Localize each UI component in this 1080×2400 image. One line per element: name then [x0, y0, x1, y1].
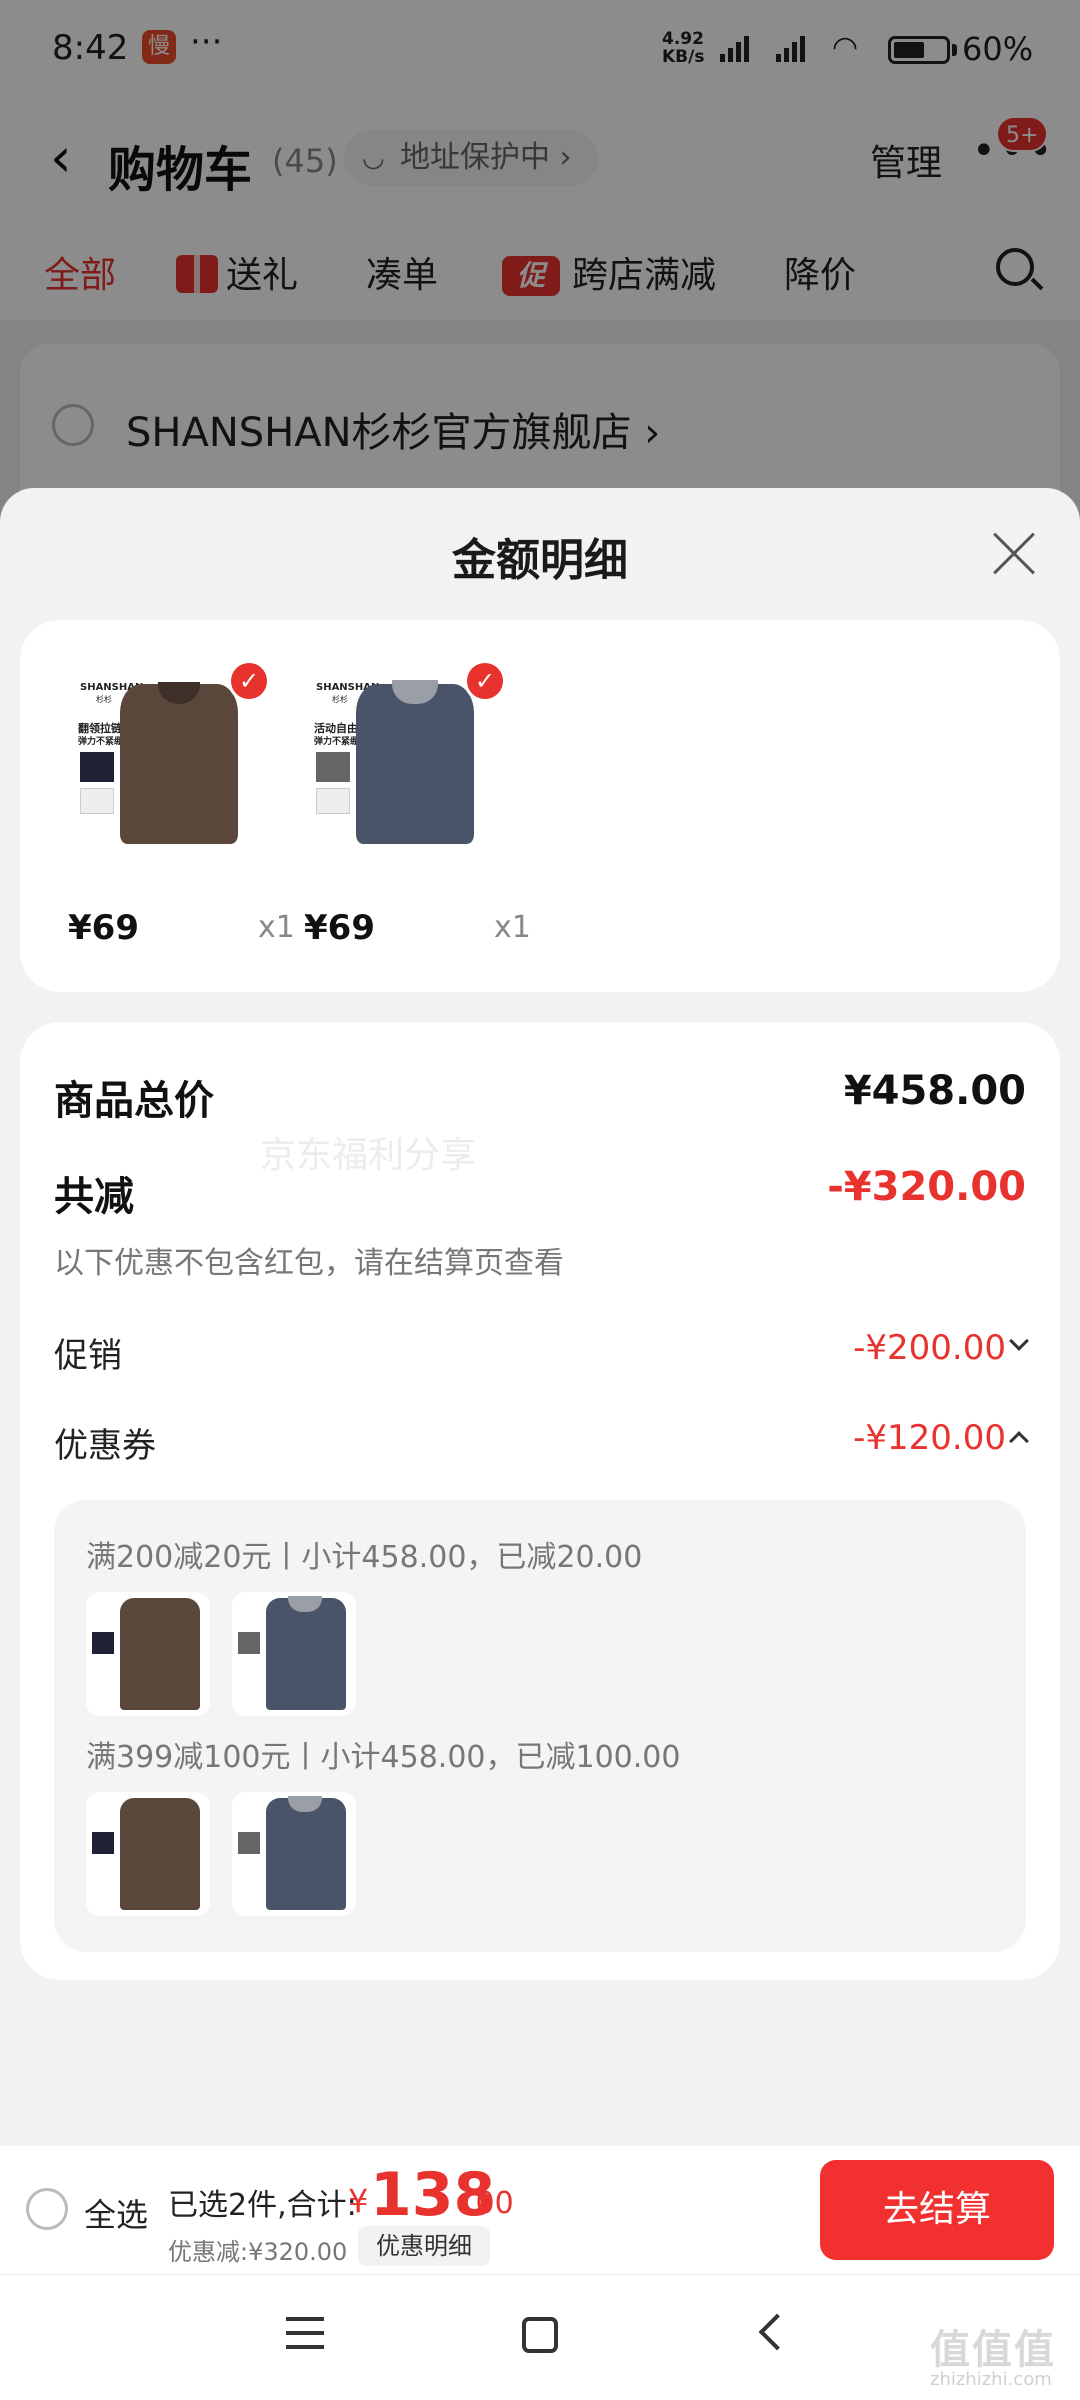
promotion-value: -¥200.00 [853, 1328, 1006, 1368]
promotion-label: 促销 [54, 1336, 122, 1376]
select-all-label[interactable]: 全选 [84, 2190, 148, 2236]
selected-item[interactable]: SHANSHAN 杉杉 翻领拉链 弹力不紧绷 ✓ ¥69 x1 [36, 656, 295, 956]
tag-label: 弹力不紧绷 [314, 737, 360, 747]
swatch [92, 1832, 114, 1854]
coupon-item-thumbnail [86, 1592, 210, 1716]
close-icon[interactable] [988, 528, 1040, 580]
shirt-body [120, 1598, 200, 1710]
swatch [92, 1632, 114, 1654]
item-qty: x1 [494, 910, 531, 945]
shirt-body [120, 1798, 200, 1910]
shirt-body [356, 684, 474, 844]
select-all-radio[interactable] [26, 2188, 68, 2230]
checked-icon: ✓ [464, 660, 506, 702]
total-reduction-label: 共减 [54, 1174, 134, 1220]
coupon-rule: 满200减20元丨小计458.00，已减20.00 [86, 1540, 643, 1575]
checked-icon: ✓ [228, 660, 270, 702]
coupon-label: 优惠券 [54, 1426, 156, 1466]
discount-detail-button[interactable]: 优惠明细 [358, 2226, 490, 2266]
watermark-logo: 值值值 [930, 2327, 1056, 2373]
selected-summary: 已选2件,合计: [168, 2188, 357, 2223]
total-price-value: ¥458.00 [843, 1068, 1026, 1114]
swatch [316, 752, 350, 782]
coupon-value: -¥120.00 [853, 1418, 1006, 1458]
shirt-body [120, 684, 238, 844]
total-reduction-value: -¥320.00 [827, 1164, 1026, 1210]
coupon-detail-box: 满200减20元丨小计458.00，已减20.00 满399减100元丨小计45… [54, 1500, 1026, 1952]
back-nav-icon[interactable] [758, 2313, 796, 2351]
watermark-url: zhizhizhi.com [930, 2369, 1052, 2390]
sheet-title: 金额明细 [452, 535, 628, 586]
checkout-button[interactable]: 去结算 [820, 2160, 1054, 2260]
total-price-label: 商品总价 [54, 1078, 214, 1124]
item-price: ¥69 [68, 908, 139, 948]
selected-item[interactable]: SHANSHAN 杉杉 活动自由 弹力不紧绷 ✓ ¥69 x1 [272, 656, 531, 956]
shirt-body [266, 1798, 346, 1910]
reduction-note: 以下优惠不包含红包，请在结算页查看 [54, 1246, 564, 1281]
swatch [238, 1632, 260, 1654]
brand-sub-label: 杉杉 [96, 695, 112, 704]
item-price: ¥69 [304, 908, 375, 948]
brand-sub-label: 杉杉 [332, 695, 348, 704]
selected-items-card: SHANSHAN 杉杉 翻领拉链 弹力不紧绷 ✓ ¥69 x1 SHANSHAN… [20, 620, 1060, 992]
discount-amount: 优惠减:¥320.00 [168, 2238, 348, 2266]
menu-icon[interactable] [286, 2317, 324, 2351]
amount-summary-card: 京东福利分享 商品总价 ¥458.00 共减 -¥320.00 以下优惠不包含红… [20, 1022, 1060, 1980]
product-thumbnail: SHANSHAN 杉杉 翻领拉链 弹力不紧绷 [56, 656, 256, 856]
swatch [316, 788, 350, 814]
coupon-rule: 满399减100元丨小计458.00，已减100.00 [86, 1740, 681, 1775]
system-nav-bar: 值值值 zhizhizhi.com [0, 2274, 1080, 2400]
swatch [80, 788, 114, 814]
home-icon[interactable] [522, 2317, 558, 2353]
coupon-item-thumbnail [232, 1592, 356, 1716]
checkout-bar: 全选 已选2件,合计: ¥ 138 .00 优惠减:¥320.00 优惠明细 去… [0, 2146, 1080, 2274]
shirt-image: SHANSHAN 杉杉 活动自由 弹力不紧绷 [292, 656, 492, 856]
total-amount-decimal: .00 [466, 2186, 514, 2221]
swatch [238, 1832, 260, 1854]
shirt-body [266, 1598, 346, 1710]
coupon-item-thumbnail [86, 1792, 210, 1916]
watermark-text: 京东福利分享 [260, 1135, 477, 1176]
product-thumbnail: SHANSHAN 杉杉 活动自由 弹力不紧绷 [292, 656, 492, 856]
tag-label: 弹力不紧绷 [78, 737, 124, 747]
amount-detail-sheet: 金额明细 SHANSHAN 杉杉 翻领拉链 弹力不紧绷 ✓ ¥69 x1 SHA… [0, 488, 1080, 2400]
shirt-image: SHANSHAN 杉杉 翻领拉链 弹力不紧绷 [56, 656, 256, 856]
currency-symbol: ¥ [348, 2182, 369, 2220]
swatch [80, 752, 114, 782]
coupon-item-thumbnail [232, 1792, 356, 1916]
